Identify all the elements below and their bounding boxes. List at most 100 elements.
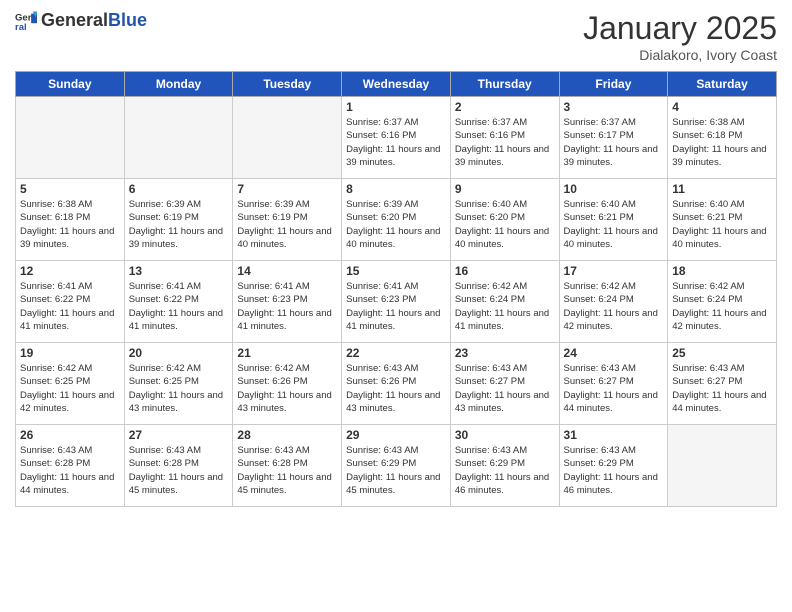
title-block: January 2025 Dialakoro, Ivory Coast bbox=[583, 10, 777, 63]
day-info: Sunrise: 6:43 AM Sunset: 6:29 PM Dayligh… bbox=[455, 444, 555, 497]
day-number: 15 bbox=[346, 264, 446, 278]
calendar-cell bbox=[668, 425, 777, 507]
day-number: 17 bbox=[564, 264, 664, 278]
day-number: 7 bbox=[237, 182, 337, 196]
day-number: 22 bbox=[346, 346, 446, 360]
day-number: 18 bbox=[672, 264, 772, 278]
day-of-week-header: Sunday bbox=[16, 72, 125, 97]
calendar-cell bbox=[124, 97, 233, 179]
day-number: 2 bbox=[455, 100, 555, 114]
calendar-cell: 10Sunrise: 6:40 AM Sunset: 6:21 PM Dayli… bbox=[559, 179, 668, 261]
header: Gene ral GeneralBlue January 2025 Dialak… bbox=[15, 10, 777, 63]
calendar-header-row: SundayMondayTuesdayWednesdayThursdayFrid… bbox=[16, 72, 777, 97]
day-number: 8 bbox=[346, 182, 446, 196]
day-number: 30 bbox=[455, 428, 555, 442]
day-number: 23 bbox=[455, 346, 555, 360]
day-info: Sunrise: 6:43 AM Sunset: 6:28 PM Dayligh… bbox=[129, 444, 229, 497]
calendar-cell: 13 Sunrise: 6:41 AM Sunset: 6:22 PM Dayli… bbox=[124, 261, 233, 343]
calendar-week-row: 12 Sunrise: 6:41 AM Sunset: 6:22 PM Dayli… bbox=[16, 261, 777, 343]
calendar-cell: 9 Sunrise: 6:40 AM Sunset: 6:20 PM Daylig… bbox=[450, 179, 559, 261]
day-info: Sunrise: 6:37 AM Sunset: 6:17 PM Dayligh… bbox=[564, 116, 664, 169]
day-info: Sunrise: 6:39 AM Sunset: 6:19 PM Dayligh… bbox=[129, 198, 229, 251]
page: Gene ral GeneralBlue January 2025 Dialak… bbox=[0, 0, 792, 612]
day-info: Sunrise: 6:43 AM Sunset: 6:28 PM Dayligh… bbox=[237, 444, 337, 497]
calendar-cell: 28 Sunrise: 6:43 AM Sunset: 6:28 PM Dayli… bbox=[233, 425, 342, 507]
day-of-week-header: Wednesday bbox=[342, 72, 451, 97]
calendar-cell bbox=[233, 97, 342, 179]
day-number: 27 bbox=[129, 428, 229, 442]
day-number: 4 bbox=[672, 100, 772, 114]
calendar-week-row: 26 Sunrise: 6:43 AM Sunset: 6:28 PM Dayli… bbox=[16, 425, 777, 507]
calendar-cell: 15Sunrise: 6:41 AM Sunset: 6:23 PM Dayli… bbox=[342, 261, 451, 343]
calendar-cell: 7Sunrise: 6:39 AM Sunset: 6:19 PM Daylig… bbox=[233, 179, 342, 261]
day-number: 19 bbox=[20, 346, 120, 360]
calendar-cell: 19Sunrise: 6:42 AM Sunset: 6:25 PM Dayli… bbox=[16, 343, 125, 425]
day-number: 12 bbox=[20, 264, 120, 278]
calendar-cell: 1Sunrise: 6:37 AM Sunset: 6:16 PM Daylig… bbox=[342, 97, 451, 179]
day-number: 31 bbox=[564, 428, 664, 442]
calendar-cell: 29 Sunrise: 6:43 AM Sunset: 6:29 PM Dayli… bbox=[342, 425, 451, 507]
calendar-cell: 21 Sunrise: 6:42 AM Sunset: 6:26 PM Dayli… bbox=[233, 343, 342, 425]
day-number: 26 bbox=[20, 428, 120, 442]
day-info: Sunrise: 6:41 AM Sunset: 6:22 PM Dayligh… bbox=[20, 280, 120, 333]
calendar-cell: 26Sunrise: 6:43 AM Sunset: 6:28 PM Dayli… bbox=[16, 425, 125, 507]
logo-icon: Gene ral bbox=[15, 10, 37, 32]
day-info: Sunrise: 6:41 AM Sunset: 6:23 PM Dayligh… bbox=[237, 280, 337, 333]
calendar: SundayMondayTuesdayWednesdayThursdayFrid… bbox=[15, 71, 777, 507]
calendar-cell: 27 Sunrise: 6:43 AM Sunset: 6:28 PM Dayli… bbox=[124, 425, 233, 507]
day-of-week-header: Monday bbox=[124, 72, 233, 97]
day-info: Sunrise: 6:42 AM Sunset: 6:25 PM Dayligh… bbox=[129, 362, 229, 415]
calendar-cell: 14 Sunrise: 6:41 AM Sunset: 6:23 PM Dayli… bbox=[233, 261, 342, 343]
day-number: 3 bbox=[564, 100, 664, 114]
day-info: Sunrise: 6:43 AM Sunset: 6:27 PM Dayligh… bbox=[455, 362, 555, 415]
day-info: Sunrise: 6:39 AM Sunset: 6:20 PM Dayligh… bbox=[346, 198, 446, 251]
calendar-cell: 4 Sunrise: 6:38 AM Sunset: 6:18 PM Daylig… bbox=[668, 97, 777, 179]
calendar-cell: 12 Sunrise: 6:41 AM Sunset: 6:22 PM Dayli… bbox=[16, 261, 125, 343]
calendar-cell: 8 Sunrise: 6:39 AM Sunset: 6:20 PM Daylig… bbox=[342, 179, 451, 261]
calendar-cell: 23 Sunrise: 6:43 AM Sunset: 6:27 PM Dayli… bbox=[450, 343, 559, 425]
calendar-cell: 20 Sunrise: 6:42 AM Sunset: 6:25 PM Dayli… bbox=[124, 343, 233, 425]
day-info: Sunrise: 6:43 AM Sunset: 6:29 PM Dayligh… bbox=[346, 444, 446, 497]
day-info: Sunrise: 6:40 AM Sunset: 6:20 PM Dayligh… bbox=[455, 198, 555, 251]
day-info: Sunrise: 6:43 AM Sunset: 6:27 PM Dayligh… bbox=[672, 362, 772, 415]
day-number: 9 bbox=[455, 182, 555, 196]
day-number: 14 bbox=[237, 264, 337, 278]
day-of-week-header: Thursday bbox=[450, 72, 559, 97]
calendar-week-row: 19 Sunrise: 6:42 AM Sunset: 6:25 PM Dayli… bbox=[16, 343, 777, 425]
day-info: Sunrise: 6:40 AM Sunset: 6:21 PM Dayligh… bbox=[672, 198, 772, 251]
day-number: 6 bbox=[129, 182, 229, 196]
calendar-cell bbox=[16, 97, 125, 179]
day-number: 21 bbox=[237, 346, 337, 360]
day-info: Sunrise: 6:41 AM Sunset: 6:22 PM Dayligh… bbox=[129, 280, 229, 333]
calendar-cell: 2Sunrise: 6:37 AM Sunset: 6:16 PM Daylig… bbox=[450, 97, 559, 179]
day-number: 13 bbox=[129, 264, 229, 278]
day-of-week-header: Tuesday bbox=[233, 72, 342, 97]
day-number: 29 bbox=[346, 428, 446, 442]
logo: Gene ral GeneralBlue bbox=[15, 10, 147, 32]
logo-text: GeneralBlue bbox=[41, 11, 147, 31]
day-info: Sunrise: 6:42 AM Sunset: 6:24 PM Dayligh… bbox=[564, 280, 664, 333]
day-number: 20 bbox=[129, 346, 229, 360]
calendar-cell: 31 Sunrise: 6:43 AM Sunset: 6:29 PM Dayli… bbox=[559, 425, 668, 507]
calendar-cell: 30 Sunrise: 6:43 AM Sunset: 6:29 PM Dayli… bbox=[450, 425, 559, 507]
day-number: 25 bbox=[672, 346, 772, 360]
day-info: Sunrise: 6:38 AM Sunset: 6:18 PM Dayligh… bbox=[672, 116, 772, 169]
day-number: 24 bbox=[564, 346, 664, 360]
day-info: Sunrise: 6:43 AM Sunset: 6:29 PM Dayligh… bbox=[564, 444, 664, 497]
day-info: Sunrise: 6:43 AM Sunset: 6:27 PM Dayligh… bbox=[564, 362, 664, 415]
day-number: 16 bbox=[455, 264, 555, 278]
day-number: 28 bbox=[237, 428, 337, 442]
day-info: Sunrise: 6:38 AM Sunset: 6:18 PM Dayligh… bbox=[20, 198, 120, 251]
day-info: Sunrise: 6:43 AM Sunset: 6:26 PM Dayligh… bbox=[346, 362, 446, 415]
calendar-cell: 17 Sunrise: 6:42 AM Sunset: 6:24 PM Dayli… bbox=[559, 261, 668, 343]
calendar-cell: 22 Sunrise: 6:43 AM Sunset: 6:26 PM Dayli… bbox=[342, 343, 451, 425]
calendar-cell: 18Sunrise: 6:42 AM Sunset: 6:24 PM Dayli… bbox=[668, 261, 777, 343]
calendar-week-row: 5 Sunrise: 6:38 AM Sunset: 6:18 PM Daylig… bbox=[16, 179, 777, 261]
calendar-cell: 11Sunrise: 6:40 AM Sunset: 6:21 PM Dayli… bbox=[668, 179, 777, 261]
day-number: 1 bbox=[346, 100, 446, 114]
day-of-week-header: Saturday bbox=[668, 72, 777, 97]
calendar-cell: 25 Sunrise: 6:43 AM Sunset: 6:27 PM Dayli… bbox=[668, 343, 777, 425]
day-number: 5 bbox=[20, 182, 120, 196]
day-info: Sunrise: 6:42 AM Sunset: 6:26 PM Dayligh… bbox=[237, 362, 337, 415]
month-title: January 2025 bbox=[583, 10, 777, 47]
